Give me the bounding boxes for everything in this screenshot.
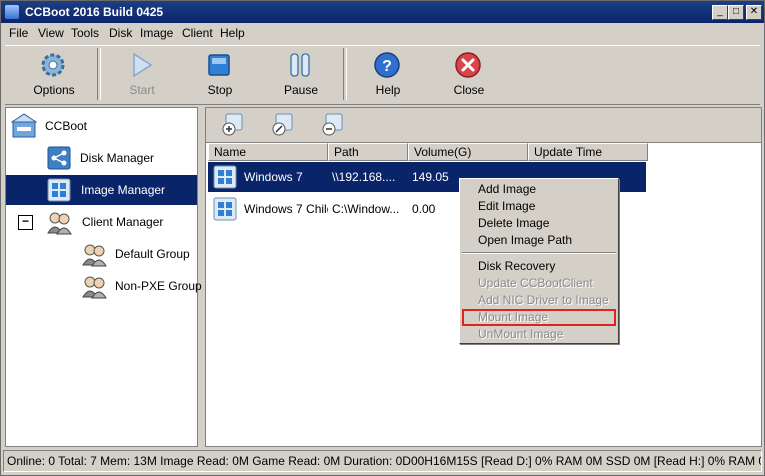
stop-button[interactable]: Stop <box>185 46 255 102</box>
minimize-button[interactable]: _ <box>712 5 728 20</box>
menu-disk[interactable]: Disk <box>109 26 132 40</box>
window-title: CCBoot 2016 Build 0425 <box>25 5 164 19</box>
cell-name: Windows 7 Child <box>244 202 328 216</box>
tree-label: Client Manager <box>82 215 164 229</box>
pause-button[interactable]: Pause <box>266 46 336 102</box>
menu-item-open-image-path[interactable]: Open Image Path <box>462 232 616 249</box>
edit-image-icon[interactable] <box>270 112 296 138</box>
app-window: CCBoot 2016 Build 0425 _ □ ✕ File View T… <box>0 0 765 476</box>
status-bar: Online: 0 Total: 7 Mem: 13M Image Read: … <box>3 450 762 472</box>
help-button[interactable]: ? Help <box>353 46 423 102</box>
menu-client[interactable]: Client <box>182 26 213 40</box>
menu-tools[interactable]: Tools <box>71 26 99 40</box>
cell-path: C:\Window... <box>332 202 400 216</box>
menu-separator <box>462 252 616 254</box>
tree-item-non-pxe-group[interactable]: Non-PXE Group <box>81 271 202 301</box>
add-image-icon[interactable] <box>220 112 246 138</box>
windows-disk-icon <box>213 197 237 221</box>
menu-bar: File View Tools Disk Image Client Help <box>1 23 764 43</box>
server-icon <box>11 113 37 138</box>
tree-label: Image Manager <box>81 183 166 197</box>
help-label: Help <box>375 83 401 97</box>
stop-icon <box>208 54 230 76</box>
delete-image-icon[interactable] <box>320 112 346 138</box>
tree-item-client-manager[interactable]: − Client Manager <box>18 207 198 237</box>
windows-disk-icon <box>213 165 237 189</box>
menu-item-disk-recovery[interactable]: Disk Recovery <box>462 258 616 275</box>
tree-label: CCBoot <box>45 119 88 133</box>
menu-item-edit-image[interactable]: Edit Image <box>462 198 616 215</box>
help-icon: ? <box>374 52 400 78</box>
maximize-button[interactable]: □ <box>728 5 744 20</box>
start-button[interactable]: Start <box>107 46 177 102</box>
column-header-update-time[interactable]: Update Time <box>528 143 648 161</box>
tree-item-disk-manager[interactable]: Disk Manager <box>46 143 196 173</box>
menu-help[interactable]: Help <box>220 26 245 40</box>
column-header-volume[interactable]: Volume(G) <box>408 143 528 161</box>
context-menu: Add Image Edit Image Delete Image Open I… <box>459 178 619 344</box>
close-button[interactable]: Close <box>434 46 504 102</box>
users-icon <box>47 212 72 235</box>
column-header-name[interactable]: Name <box>208 143 328 161</box>
menu-image[interactable]: Image <box>140 26 173 40</box>
stop-label: Stop <box>207 83 233 97</box>
svg-text:?: ? <box>382 58 392 75</box>
tree-item-ccboot[interactable]: CCBoot <box>11 111 191 141</box>
close-icon <box>455 52 481 78</box>
menu-item-delete-image[interactable]: Delete Image <box>462 215 616 232</box>
menu-item-add-image[interactable]: Add Image <box>462 181 616 198</box>
tree-label: Default Group <box>115 247 190 261</box>
pause-icon <box>290 53 310 77</box>
gear-icon <box>41 53 65 77</box>
disk-manager-icon <box>47 146 71 170</box>
cell-path: \\192.168.... <box>332 170 396 184</box>
menu-view[interactable]: View <box>38 26 64 40</box>
tree-item-default-group[interactable]: Default Group <box>81 239 196 269</box>
menu-item-unmount-image[interactable]: UnMount Image <box>462 326 616 343</box>
menu-item-mount-image[interactable]: Mount Image <box>462 309 616 326</box>
image-toolbar <box>206 108 761 143</box>
cell-name: Windows 7 <box>244 170 303 184</box>
tree-item-image-manager[interactable]: Image Manager <box>6 175 197 205</box>
main-toolbar: Options Start Stop Pause ? Help Close <box>5 45 760 105</box>
users-icon <box>82 276 107 299</box>
menu-item-update-ccbootclient[interactable]: Update CCBootClient <box>462 275 616 292</box>
menu-item-add-nic-driver[interactable]: Add NIC Driver to Image <box>462 292 616 309</box>
play-icon <box>133 52 153 78</box>
menu-file[interactable]: File <box>9 26 28 40</box>
tree-label: Disk Manager <box>80 151 155 165</box>
toolbar-separator <box>97 48 101 100</box>
start-label: Start <box>129 83 155 97</box>
app-icon <box>5 5 19 19</box>
close-window-button[interactable]: ✕ <box>746 5 762 20</box>
pause-label: Pause <box>283 83 319 97</box>
column-header-path[interactable]: Path <box>328 143 408 161</box>
toolbar-separator <box>343 48 347 100</box>
title-bar[interactable]: CCBoot 2016 Build 0425 _ □ ✕ <box>1 1 764 23</box>
windows-disk-icon <box>47 178 71 202</box>
collapse-toggle[interactable]: − <box>18 215 33 230</box>
tree-label: Non-PXE Group <box>115 279 202 293</box>
navigation-tree: CCBoot Disk Manager Image Manager − Clie… <box>5 107 202 447</box>
options-button[interactable]: Options <box>19 46 89 102</box>
options-label: Options <box>33 83 75 97</box>
users-icon <box>82 244 107 267</box>
close-label: Close <box>453 83 485 97</box>
